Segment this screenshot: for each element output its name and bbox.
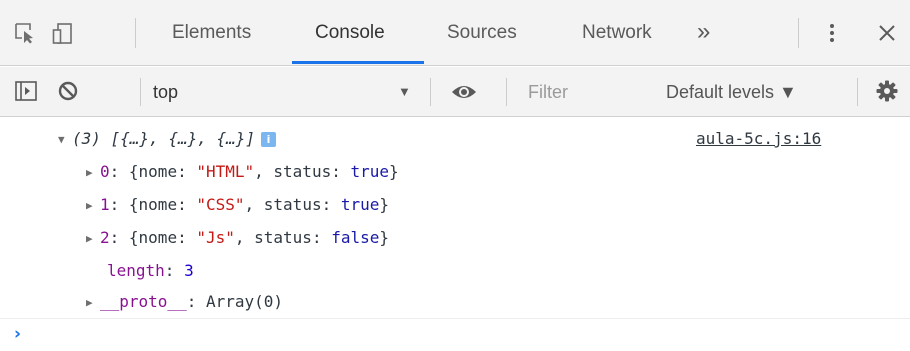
tab-elements[interactable]: Elements	[172, 0, 251, 66]
proto-key: __proto__	[100, 292, 187, 311]
toolbar-separator	[857, 78, 858, 106]
more-tabs-icon[interactable]: »	[697, 0, 710, 66]
console-prompt-icon[interactable]: ›	[14, 324, 21, 344]
toolbar-separator	[506, 78, 507, 106]
proto-row[interactable]: ▶ __proto__: Array(0)	[86, 291, 283, 313]
array-item-row[interactable]: ▶ 1: {nome: "CSS", status: true}	[86, 194, 389, 216]
collapsed-triangle-icon[interactable]: ▶	[86, 292, 100, 314]
expanded-triangle-icon[interactable]: ▼	[58, 129, 72, 151]
item-nome-value: "Js"	[196, 228, 235, 247]
sidebar-toggle-icon[interactable]	[15, 80, 37, 102]
source-link[interactable]: aula-5c.js:16	[696, 128, 821, 150]
tab-bar-separator	[135, 18, 136, 48]
console-toolbar: top ▼ Default levels ▼	[0, 67, 910, 117]
gear-icon[interactable]	[876, 80, 898, 102]
filter-input[interactable]	[514, 75, 642, 109]
array-item-row[interactable]: ▶ 2: {nome: "Js", status: false}	[86, 227, 389, 249]
inspect-element-icon[interactable]	[14, 22, 36, 44]
collapsed-triangle-icon[interactable]: ▶	[86, 195, 100, 217]
item-nome-value: "CSS"	[196, 195, 245, 214]
clear-console-icon[interactable]	[57, 80, 79, 102]
context-dropdown-arrow[interactable]: ▼	[398, 67, 411, 117]
tab-bar-separator	[798, 18, 799, 48]
context-selector[interactable]: top	[153, 67, 178, 117]
tab-network[interactable]: Network	[582, 0, 652, 66]
active-tab-indicator	[292, 61, 424, 64]
array-item-row[interactable]: ▶ 0: {nome: "HTML", status: true}	[86, 161, 399, 183]
item-index: 1	[100, 195, 110, 214]
item-status-value: true	[340, 195, 380, 214]
length-row: length: 3	[107, 261, 194, 280]
array-summary-row[interactable]: ▼ (3) [{…}, {…}, {…}] i	[58, 128, 277, 151]
toolbar-separator	[430, 78, 431, 106]
tab-sources[interactable]: Sources	[447, 0, 517, 66]
default-levels-dropdown[interactable]: Default levels ▼	[666, 67, 797, 117]
item-index: 2	[100, 228, 110, 247]
proto-value: Array(0)	[205, 292, 284, 311]
item-status-value: true	[350, 162, 389, 181]
prompt-divider	[0, 318, 910, 319]
console-output: ▼ (3) [{…}, {…}, {…}] i aula-5c.js:16 ▶ 0: …	[0, 118, 910, 351]
item-index: 0	[100, 162, 110, 181]
close-icon[interactable]	[877, 22, 897, 44]
length-value: 3	[184, 261, 194, 280]
kebab-menu-icon[interactable]	[825, 22, 839, 44]
array-summary: (3) [{…}, {…}, {…}]	[72, 129, 256, 148]
toolbar-separator	[140, 78, 141, 106]
eye-icon[interactable]	[451, 81, 477, 103]
item-status-value: false	[331, 228, 380, 247]
collapsed-triangle-icon[interactable]: ▶	[86, 162, 100, 184]
devtools-tab-bar: Elements Console Sources Network »	[0, 0, 910, 66]
tab-console[interactable]: Console	[315, 0, 385, 66]
device-toolbar-icon[interactable]	[52, 22, 74, 44]
collapsed-triangle-icon[interactable]: ▶	[86, 228, 100, 250]
length-key: length	[107, 261, 165, 280]
info-icon[interactable]: i	[261, 132, 277, 147]
item-nome-value: "HTML"	[196, 162, 255, 181]
